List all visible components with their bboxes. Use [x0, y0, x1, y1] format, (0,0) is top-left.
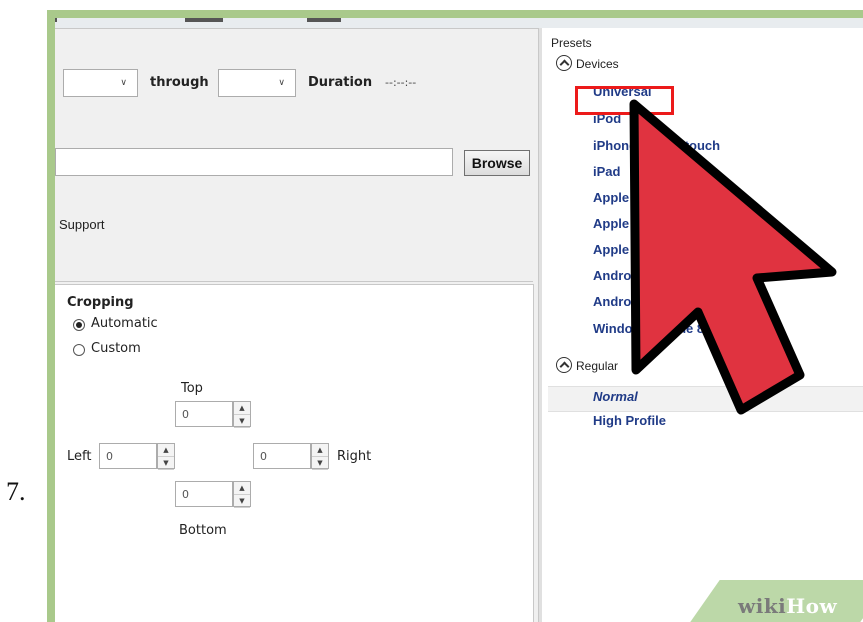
watermark-how: How — [786, 594, 838, 618]
wikihow-watermark: wikiHow — [683, 580, 863, 622]
watermark-wiki: wiki — [738, 594, 787, 618]
watermark-text: wikiHow — [738, 594, 837, 618]
annotation-arrow-icon — [629, 99, 837, 415]
